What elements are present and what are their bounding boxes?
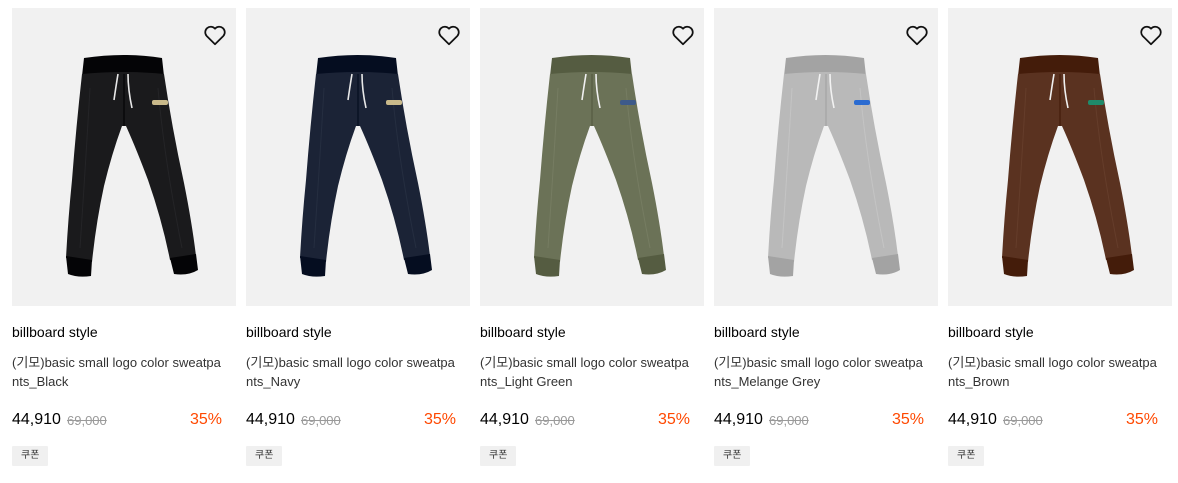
coupon-badge: 쿠폰 bbox=[12, 446, 49, 466]
pants-image bbox=[534, 55, 666, 277]
heart-icon[interactable] bbox=[904, 22, 930, 48]
product-card[interactable]: billboard style (기모)basic small logo col… bbox=[714, 8, 938, 478]
product-name[interactable]: (기모)basic small logo color sweatpants_Me… bbox=[714, 353, 926, 391]
product-name[interactable]: (기모)basic small logo color sweatpants_Br… bbox=[948, 353, 1160, 391]
discount-rate: 35% bbox=[1125, 411, 1158, 428]
sale-price: 44,910 bbox=[714, 411, 763, 428]
discount-rate: 35% bbox=[657, 411, 690, 428]
product-name[interactable]: (기모)basic small logo color sweatpants_Bl… bbox=[12, 353, 224, 391]
original-price: 69,000 bbox=[769, 413, 809, 428]
sale-price: 44,910 bbox=[12, 411, 61, 428]
coupon-badge: 쿠폰 bbox=[948, 446, 985, 466]
product-card[interactable]: billboard style (기모)basic small logo col… bbox=[246, 8, 470, 478]
product-name[interactable]: (기모)basic small logo color sweatpants_Na… bbox=[246, 353, 458, 391]
product-card[interactable]: billboard style (기모)basic small logo col… bbox=[12, 8, 236, 478]
product-brand[interactable]: billboard style bbox=[948, 324, 1034, 340]
coupon-badge: 쿠폰 bbox=[714, 446, 751, 466]
original-price: 69,000 bbox=[1003, 413, 1043, 428]
discount-rate: 35% bbox=[189, 411, 222, 428]
product-image[interactable] bbox=[714, 8, 938, 306]
heart-icon[interactable] bbox=[1138, 22, 1164, 48]
product-image[interactable] bbox=[480, 8, 704, 306]
pants-image bbox=[300, 55, 432, 277]
original-price: 69,000 bbox=[301, 413, 341, 428]
product-card[interactable]: billboard style (기모)basic small logo col… bbox=[948, 8, 1172, 478]
pants-image bbox=[768, 55, 900, 277]
product-brand[interactable]: billboard style bbox=[12, 324, 98, 340]
heart-icon[interactable] bbox=[436, 22, 462, 48]
product-name[interactable]: (기모)basic small logo color sweatpants_Li… bbox=[480, 353, 692, 391]
sale-price: 44,910 bbox=[948, 411, 997, 428]
original-price: 69,000 bbox=[67, 413, 107, 428]
heart-icon[interactable] bbox=[670, 22, 696, 48]
pants-image bbox=[66, 55, 198, 277]
heart-icon[interactable] bbox=[202, 22, 228, 48]
coupon-badge: 쿠폰 bbox=[246, 446, 283, 466]
product-brand[interactable]: billboard style bbox=[246, 324, 332, 340]
discount-rate: 35% bbox=[423, 411, 456, 428]
discount-rate: 35% bbox=[891, 411, 924, 428]
coupon-badge: 쿠폰 bbox=[480, 446, 517, 466]
product-grid: billboard style (기모)basic small logo col… bbox=[12, 8, 1172, 478]
original-price: 69,000 bbox=[535, 413, 575, 428]
product-brand[interactable]: billboard style bbox=[714, 324, 800, 340]
product-brand[interactable]: billboard style bbox=[480, 324, 566, 340]
sale-price: 44,910 bbox=[246, 411, 295, 428]
pants-image bbox=[1002, 55, 1134, 277]
product-image[interactable] bbox=[246, 8, 470, 306]
sale-price: 44,910 bbox=[480, 411, 529, 428]
product-image[interactable] bbox=[948, 8, 1172, 306]
product-image[interactable] bbox=[12, 8, 236, 306]
product-card[interactable]: billboard style (기모)basic small logo col… bbox=[480, 8, 704, 478]
